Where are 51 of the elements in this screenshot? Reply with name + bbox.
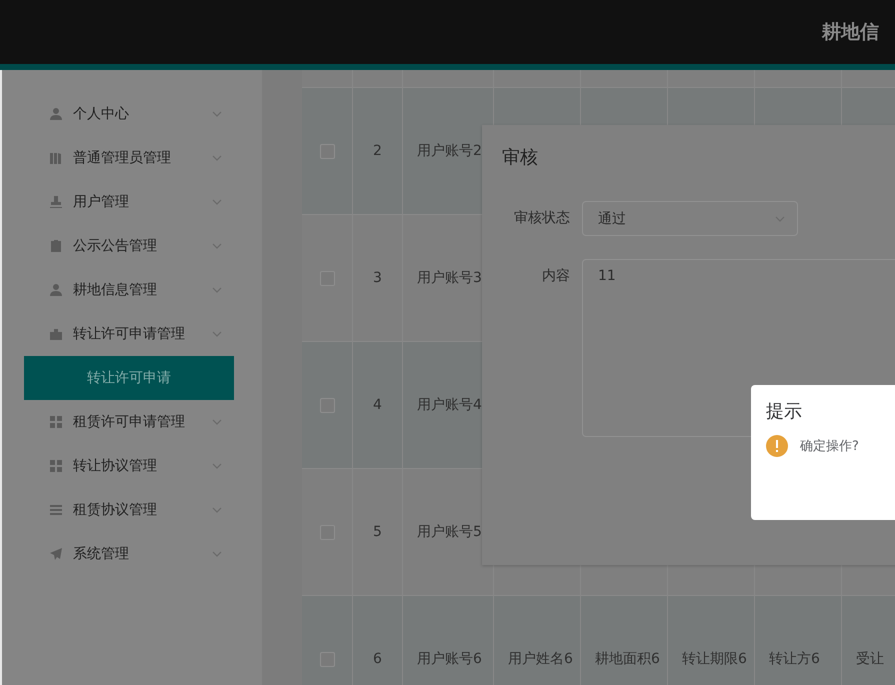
chevron-icon	[212, 463, 222, 469]
message-title: 提示	[766, 400, 803, 423]
chevron-icon	[212, 331, 222, 337]
table-cell: 转让期限6	[668, 596, 755, 685]
row-checkbox[interactable]	[320, 652, 334, 666]
chevron-icon	[212, 287, 222, 293]
menu-item[interactable]: 用户管理	[24, 180, 234, 224]
warning-icon	[766, 435, 788, 457]
table-cell: 5	[353, 469, 403, 596]
chevron-icon	[212, 507, 222, 513]
menu-item[interactable]: 公示公告管理	[24, 224, 234, 268]
menu-item[interactable]: 租赁协议管理	[24, 488, 234, 532]
grid-icon	[49, 459, 63, 473]
menu-item[interactable]: 租赁许可申请管理	[24, 400, 234, 444]
table-cell: 2	[353, 88, 403, 215]
field-label: 内容	[541, 267, 570, 286]
paper-plane-icon	[49, 547, 63, 561]
chevron-icon	[212, 111, 222, 117]
field-label: 审核状态	[513, 209, 570, 228]
menu-item[interactable]: 耕地信息管理	[24, 268, 234, 312]
status-select[interactable]: 通过	[582, 201, 798, 236]
chevron-icon	[212, 243, 222, 249]
menu-item[interactable]: 系统管理	[24, 532, 234, 576]
table-cell: 3	[353, 215, 403, 342]
chevron-icon	[212, 551, 222, 557]
table-cell: 6	[353, 596, 403, 685]
menu-item[interactable]: 个人中心	[24, 92, 234, 136]
menu-item[interactable]: 转让许可申请管理	[24, 312, 234, 356]
grid-icon	[49, 415, 63, 429]
chevron-icon	[212, 155, 222, 161]
list-icon	[49, 503, 63, 517]
dialog-title: 审核	[502, 146, 539, 169]
table-cell: 耕地面积6	[581, 596, 668, 685]
table-cell: 转让方6	[755, 596, 842, 685]
table-cell: 用户账号2	[403, 88, 494, 215]
row-checkbox[interactable]	[320, 398, 334, 412]
table-cell: 受让	[842, 596, 895, 685]
table-cell: 用户姓名6	[494, 596, 581, 685]
books-icon	[49, 151, 63, 165]
table-cell: 4	[353, 342, 403, 469]
menu-item[interactable]: 普通管理员管理	[24, 136, 234, 180]
app-title: 耕地信	[822, 20, 879, 45]
table-cell: 用户账号6	[403, 596, 494, 685]
row-checkbox[interactable]	[320, 144, 334, 158]
chevron-icon	[212, 199, 222, 205]
message-text: 确定操作?	[800, 438, 859, 455]
menu-item[interactable]: 转让协议管理	[24, 444, 234, 488]
chevron-icon	[212, 419, 222, 425]
briefcase-icon	[49, 327, 63, 341]
clipboard-icon	[49, 239, 63, 253]
submenu-item[interactable]: 转让许可申请	[24, 356, 234, 400]
